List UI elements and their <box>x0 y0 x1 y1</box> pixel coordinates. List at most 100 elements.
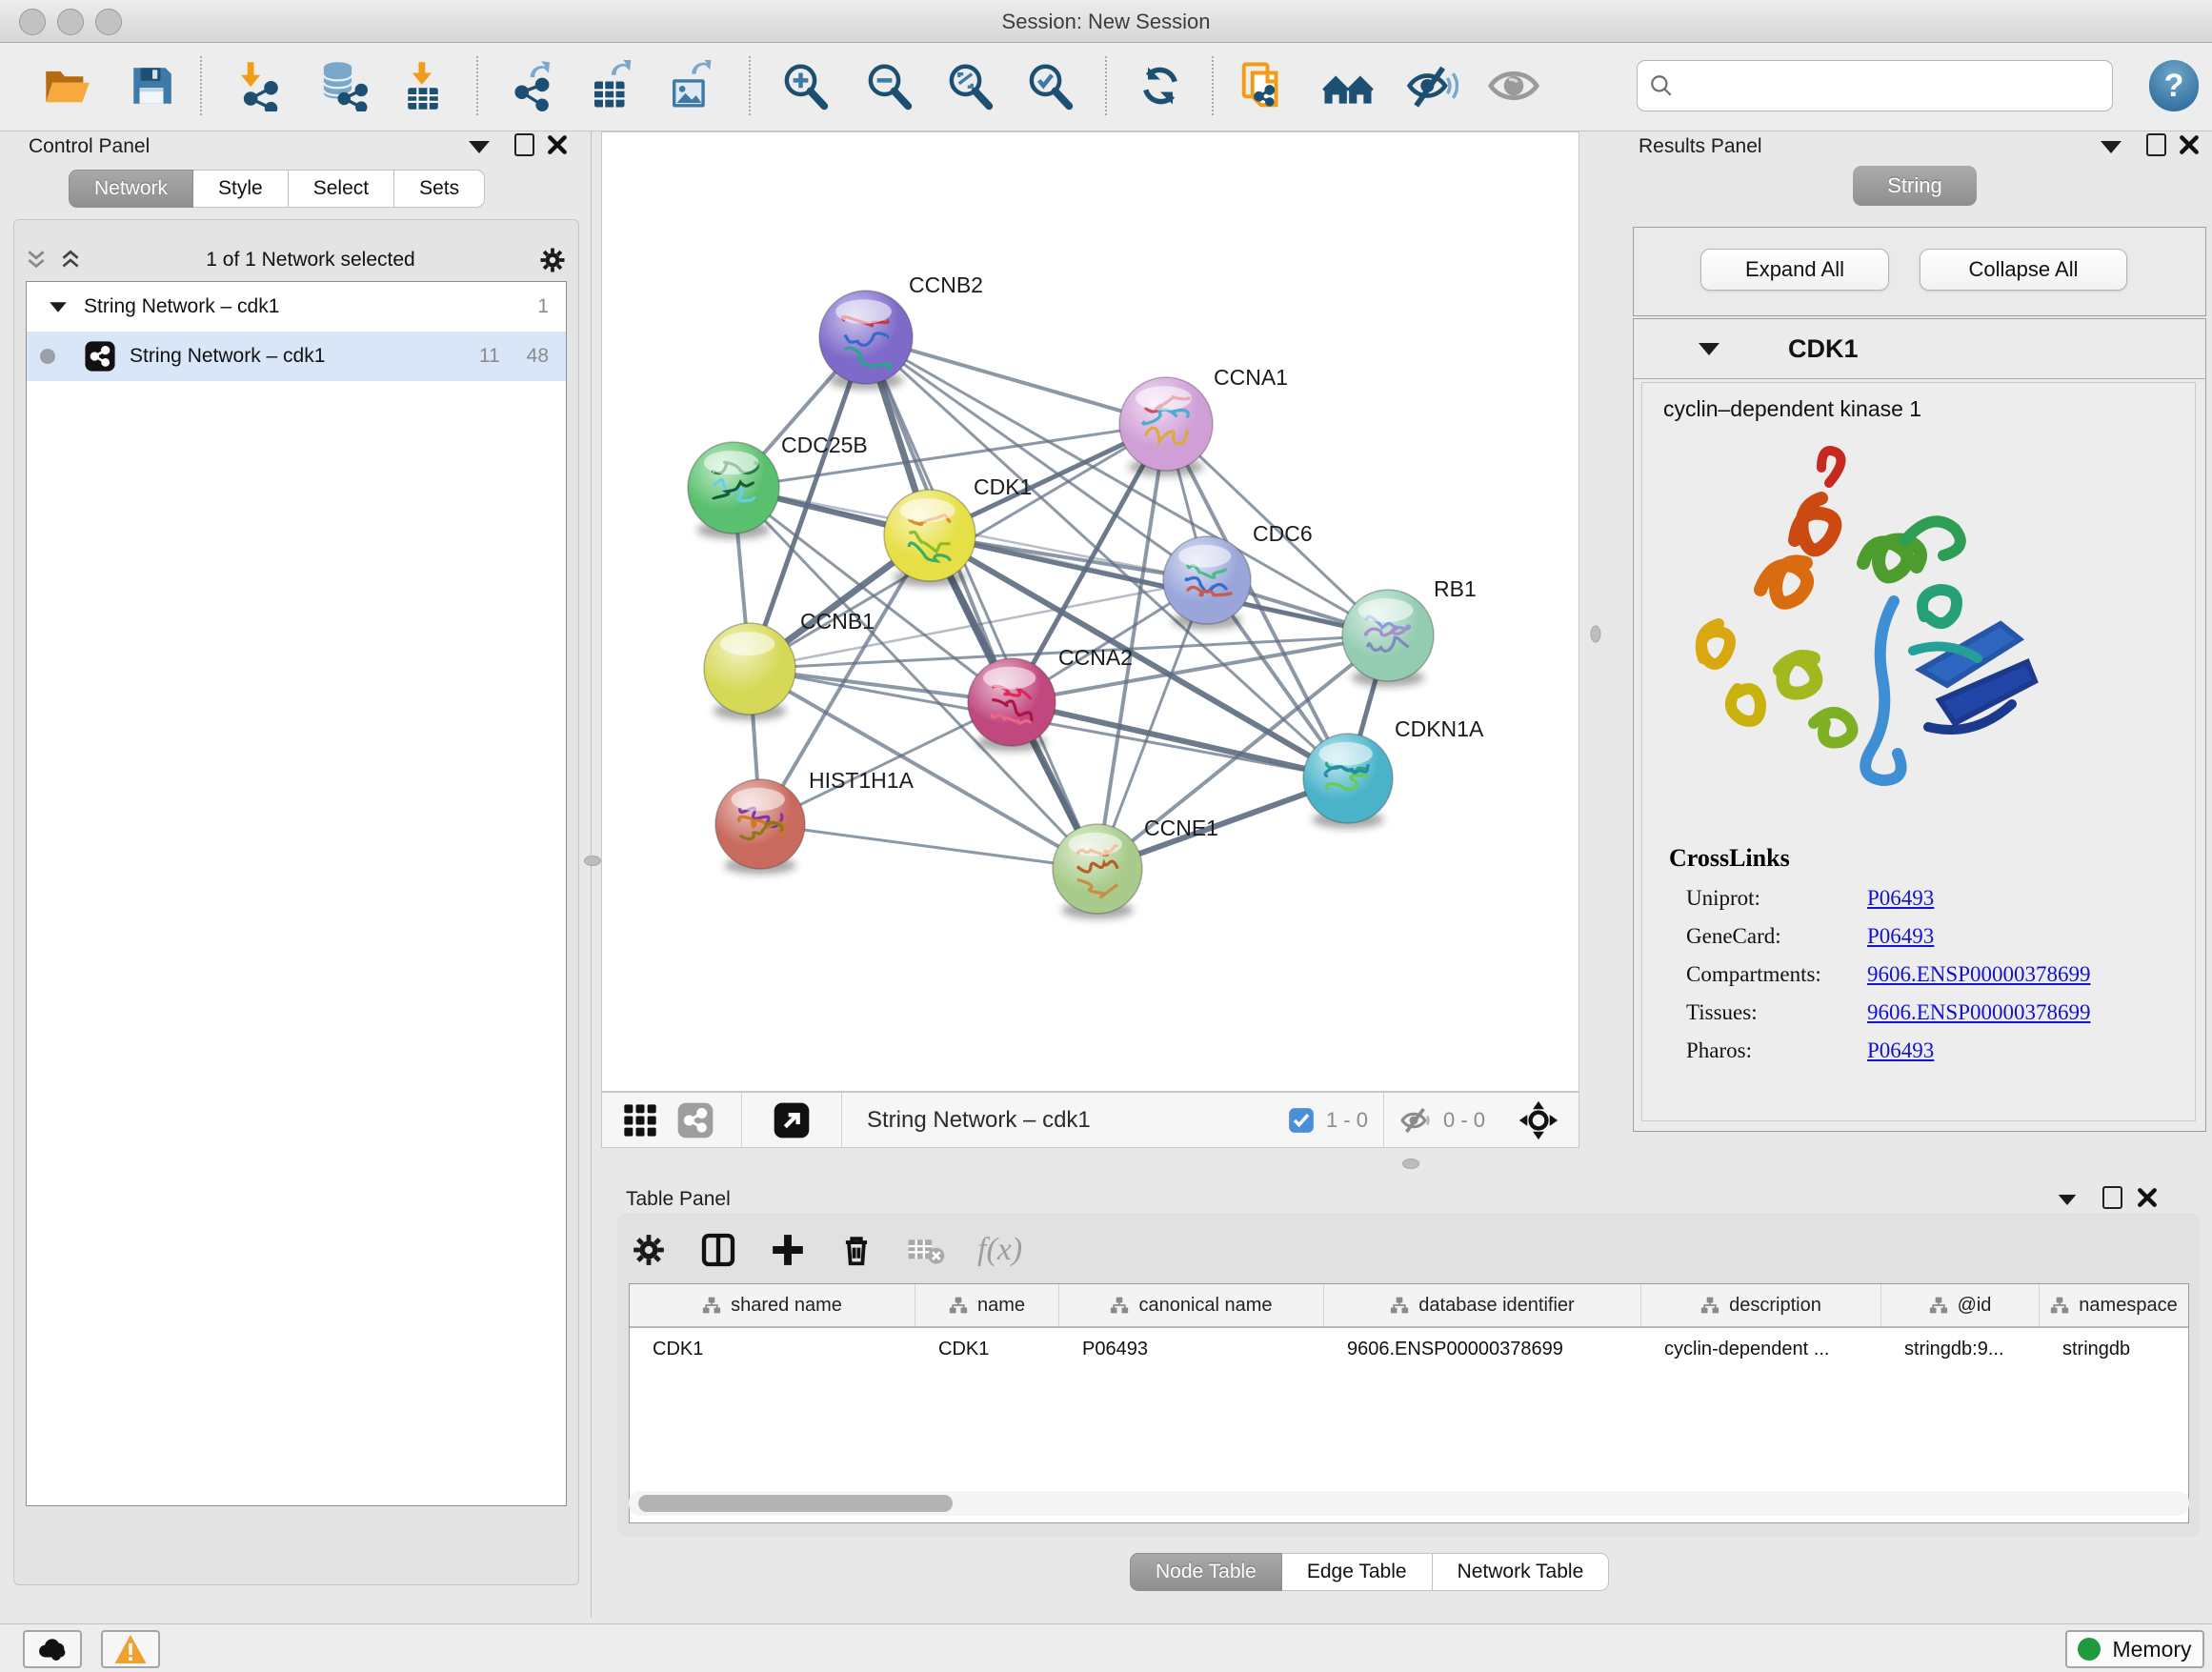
tab-network-table[interactable]: Network Table <box>1433 1553 1610 1591</box>
control-panel: Control Panel Network Style Select Sets … <box>0 131 592 1618</box>
delete-table-icon[interactable] <box>907 1231 945 1269</box>
cloud-button[interactable] <box>23 1630 82 1668</box>
import-table-file-icon[interactable] <box>395 58 451 113</box>
hidden-eye-icon[interactable] <box>1399 1103 1434 1138</box>
column-header[interactable]: shared name <box>630 1284 915 1326</box>
open-session-icon[interactable] <box>39 58 94 113</box>
tab-string[interactable]: String <box>1853 166 1977 206</box>
column-header[interactable]: name <box>915 1284 1059 1326</box>
gear-icon[interactable] <box>538 246 567 274</box>
results-panel-menu-icon[interactable] <box>2101 141 2122 153</box>
tab-node-table[interactable]: Node Table <box>1130 1553 1282 1591</box>
control-panel-close-icon[interactable] <box>547 134 568 155</box>
zoom-out-icon[interactable] <box>861 58 916 113</box>
network-node-CCNB2[interactable]: CCNB2 <box>819 272 983 390</box>
memory-button[interactable]: Memory <box>2065 1630 2204 1668</box>
table-box: f(x) shared name name canonical name dat… <box>617 1213 2201 1537</box>
left-splitter-handle[interactable] <box>584 856 601 866</box>
network-node-CDKN1A[interactable]: CDKN1A <box>1303 716 1484 829</box>
save-session-icon[interactable] <box>124 58 179 113</box>
control-panel-menu-icon[interactable] <box>469 141 490 153</box>
crosslink-compartments-link[interactable]: 9606.ENSP00000378699 <box>1867 962 2091 987</box>
column-header[interactable]: canonical name <box>1059 1284 1324 1326</box>
table-panel-title: Table Panel <box>626 1188 731 1211</box>
node-label-CDKN1A: CDKN1A <box>1395 716 1484 741</box>
table-panel-menu-icon[interactable] <box>2059 1195 2077 1205</box>
expand-all-icon[interactable] <box>58 248 83 272</box>
network-node-CCNE1[interactable]: CCNE1 <box>1053 816 1218 919</box>
tab-select[interactable]: Select <box>289 170 394 208</box>
network-graph[interactable]: CCNB2CCNA1CDC25BCDK1CDC6RB1CCNB1CCNA2CDK… <box>602 132 1579 1091</box>
network-edge[interactable] <box>866 337 1388 635</box>
add-column-icon[interactable] <box>770 1232 806 1268</box>
import-network-database-icon[interactable] <box>314 58 370 113</box>
column-header[interactable]: namespace <box>2040 1284 2188 1326</box>
right-splitter-handle[interactable] <box>1591 626 1601 643</box>
search-input[interactable] <box>1683 72 2101 99</box>
crosslink-label: Compartments: <box>1686 962 1867 987</box>
hide-selected-icon[interactable] <box>1404 58 1459 113</box>
delete-column-icon[interactable] <box>838 1232 875 1268</box>
table-row[interactable]: CDK1 CDK1 P06493 9606.ENSP00000378699 cy… <box>630 1328 2188 1370</box>
export-image-icon[interactable] <box>662 58 717 113</box>
network-tree: String Network – cdk1 1 String Network –… <box>26 281 567 1506</box>
network-collection-row[interactable]: String Network – cdk1 1 <box>27 282 566 332</box>
network-node-RB1[interactable]: RB1 <box>1342 576 1477 687</box>
crosslink-genecard-link[interactable]: P06493 <box>1867 924 1934 949</box>
network-row[interactable]: String Network – cdk1 11 48 <box>27 332 566 381</box>
show-columns-icon[interactable] <box>699 1231 737 1269</box>
gene-name: CDK1 <box>1788 334 1859 364</box>
collapse-all-icon[interactable] <box>24 248 49 272</box>
grid-view-icon[interactable] <box>621 1101 659 1139</box>
column-header[interactable]: description <box>1641 1284 1881 1326</box>
warning-button[interactable] <box>101 1630 160 1668</box>
tab-sets[interactable]: Sets <box>394 170 485 208</box>
collapse-all-button[interactable]: Collapse All <box>1920 249 2127 291</box>
tab-edge-table[interactable]: Edge Table <box>1282 1553 1433 1591</box>
zoom-fit-icon[interactable] <box>942 58 997 113</box>
zoom-in-icon[interactable] <box>777 58 833 113</box>
column-header[interactable]: @id <box>1881 1284 2040 1326</box>
crosslink-tissues-link[interactable]: 9606.ENSP00000378699 <box>1867 1000 2091 1025</box>
table-horizontal-scrollbar[interactable] <box>629 1491 2189 1516</box>
apply-layout-icon[interactable] <box>1133 58 1188 113</box>
network-edge[interactable] <box>760 824 1097 869</box>
memory-status-dot <box>2078 1638 2101 1661</box>
table-panel-float-icon[interactable] <box>2102 1186 2122 1209</box>
help-icon[interactable]: ? <box>2149 60 2199 111</box>
selected-checkbox-icon[interactable] <box>1288 1107 1315 1134</box>
birds-eye-crosshair-icon[interactable] <box>1518 1099 1559 1141</box>
search-box[interactable] <box>1637 60 2113 111</box>
network-canvas[interactable]: CCNB2CCNA1CDC25BCDK1CDC6RB1CCNB1CCNA2CDK… <box>601 131 1579 1092</box>
gene-expand-icon[interactable] <box>1699 343 1719 355</box>
export-network-icon[interactable] <box>505 58 560 113</box>
cloud-icon <box>36 1633 69 1665</box>
network-view-share-icon[interactable] <box>676 1101 714 1139</box>
crosslink-pharos-link[interactable]: P06493 <box>1867 1038 1934 1063</box>
expand-all-button[interactable]: Expand All <box>1700 249 1889 291</box>
clone-network-icon[interactable] <box>1236 58 1291 113</box>
show-all-icon[interactable] <box>1486 58 1541 113</box>
collection-expand-icon[interactable] <box>50 302 67 312</box>
export-table-icon[interactable] <box>584 58 639 113</box>
tab-style[interactable]: Style <box>193 170 289 208</box>
column-header[interactable]: database identifier <box>1324 1284 1641 1326</box>
network-node-CDK1[interactable]: CDK1 <box>884 474 1032 587</box>
table-gear-icon[interactable] <box>631 1232 667 1268</box>
first-neighbors-icon[interactable] <box>1320 58 1376 113</box>
open-in-window-icon[interactable] <box>773 1101 811 1139</box>
title-bar: Session: New Session <box>0 0 2212 43</box>
import-network-file-icon[interactable] <box>231 58 286 113</box>
function-builder-icon[interactable]: f(x) <box>977 1232 1022 1268</box>
network-edge[interactable] <box>1012 702 1348 778</box>
results-panel-float-icon[interactable] <box>2146 133 2166 156</box>
results-panel-close-icon[interactable] <box>2179 134 2200 155</box>
network-node-HIST1H1A[interactable]: HIST1H1A <box>715 768 915 875</box>
scrollbar-thumb[interactable] <box>638 1495 953 1512</box>
tab-network[interactable]: Network <box>69 170 193 208</box>
crosslink-uniprot-link[interactable]: P06493 <box>1867 886 1934 911</box>
zoom-selected-icon[interactable] <box>1022 58 1077 113</box>
gene-group-header[interactable]: CDK1 <box>1634 319 2205 379</box>
table-panel-close-icon[interactable] <box>2137 1187 2158 1208</box>
control-panel-float-icon[interactable] <box>514 133 534 156</box>
